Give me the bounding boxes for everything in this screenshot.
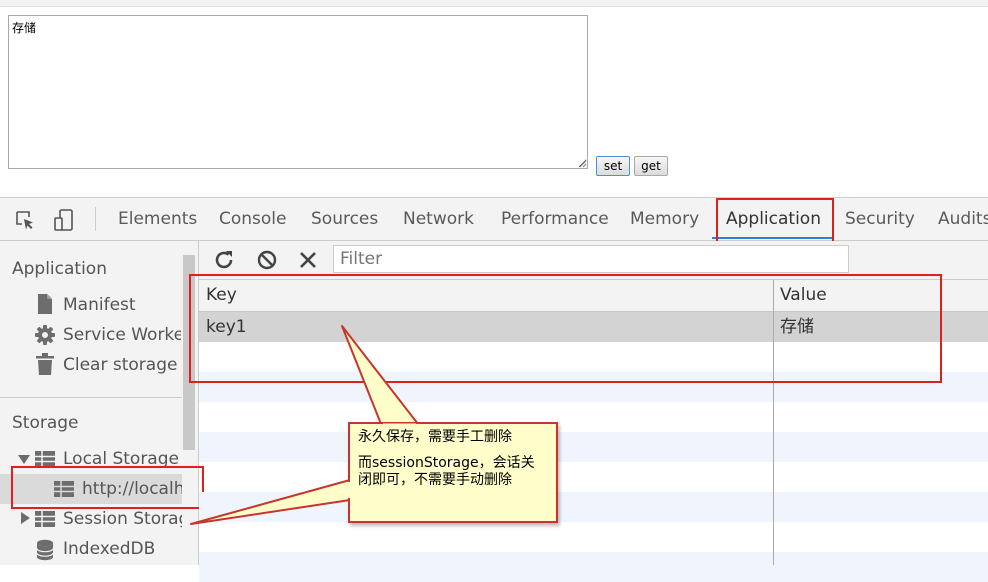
table-row[interactable]: key1 存储 <box>199 312 988 342</box>
table-icon <box>54 481 74 497</box>
tab-application[interactable]: Application <box>726 198 821 240</box>
sidebar-divider <box>0 397 182 398</box>
sidebar-scrollbar[interactable] <box>183 255 195 450</box>
storage-grid-header <box>199 280 988 312</box>
tab-network[interactable]: Network <box>403 198 474 240</box>
browser-top-edge <box>0 0 988 7</box>
sidebar-item-session-storage[interactable]: Session Storage <box>63 509 182 529</box>
sidebar-header-application: Application <box>12 259 107 279</box>
sidebar-item-label: Service Workers <box>63 325 181 345</box>
clear-all-icon[interactable] <box>256 249 278 271</box>
document-icon <box>38 294 52 314</box>
empty-row <box>199 552 988 582</box>
delete-selected-icon[interactable] <box>297 249 319 271</box>
annotation-callout: 永久保存，需要手工删除 而sessionStorage，会话关闭即可，不需要手动… <box>348 422 558 523</box>
empty-row <box>199 372 988 402</box>
key-cell[interactable]: key1 <box>206 312 247 342</box>
tab-console[interactable]: Console <box>219 198 287 240</box>
get-button[interactable]: get <box>634 156 668 176</box>
column-header-value[interactable]: Value <box>780 280 827 311</box>
table-icon <box>35 511 55 527</box>
value-cell[interactable]: 存储 <box>780 312 814 342</box>
empty-row <box>199 402 988 432</box>
inspect-element-icon[interactable] <box>14 209 36 231</box>
sidebar-item-label: Manifest <box>63 295 136 315</box>
trash-icon <box>36 353 54 375</box>
active-tab-indicator <box>712 237 833 239</box>
column-divider[interactable] <box>773 280 774 565</box>
sidebar-item-service-workers[interactable]: Service Workers <box>63 325 181 345</box>
empty-row <box>199 342 988 372</box>
empty-row <box>199 522 988 552</box>
table-icon <box>35 451 55 467</box>
sidebar-item-label: http://localhost <box>82 479 182 499</box>
refresh-icon[interactable] <box>213 249 235 271</box>
storage-textarea[interactable]: 存储 <box>8 15 588 169</box>
annotation-line-1: 永久保存，需要手工删除 <box>358 429 512 445</box>
sidebar-item-label: Clear storage <box>63 355 178 375</box>
sidebar-item-label: IndexedDB <box>63 539 156 559</box>
sidebar-item-localhost-origin[interactable]: http://localhost <box>82 479 182 499</box>
empty-row <box>199 462 988 492</box>
empty-row <box>199 432 988 462</box>
tab-audits[interactable]: Audits <box>938 198 988 240</box>
tab-elements[interactable]: Elements <box>118 198 197 240</box>
tab-performance[interactable]: Performance <box>501 198 609 240</box>
set-button[interactable]: set <box>596 156 630 176</box>
database-icon <box>36 539 54 561</box>
column-header-key[interactable]: Key <box>206 280 237 311</box>
sidebar-item-label: Local Storage <box>63 449 179 469</box>
annotation-line-2: 而sessionStorage，会话关闭即可，不需要手动删除 <box>358 455 535 488</box>
tab-memory[interactable]: Memory <box>630 198 699 240</box>
sidebar-header-storage: Storage <box>12 413 79 433</box>
filter-input[interactable] <box>333 245 849 273</box>
gear-icon <box>35 325 55 345</box>
tab-sources[interactable]: Sources <box>311 198 378 240</box>
toolbar-divider <box>95 207 96 231</box>
device-toolbar-icon[interactable] <box>53 209 75 231</box>
expand-triangle-icon[interactable] <box>18 453 30 465</box>
empty-row <box>199 492 988 522</box>
tab-security[interactable]: Security <box>845 198 915 240</box>
collapsed-triangle-icon[interactable] <box>19 512 31 524</box>
sidebar-item-label: Session Storage <box>63 509 182 529</box>
